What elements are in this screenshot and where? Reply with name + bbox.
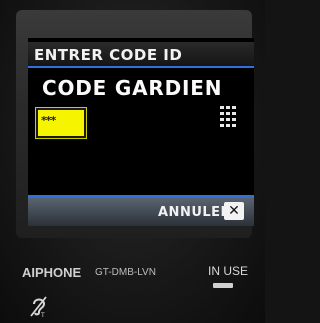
intercom-panel: ENTRER CODE ID CODE GARDIEN *** ANNULER …	[0, 0, 265, 323]
title-divider	[28, 66, 254, 68]
keypad-dot	[232, 106, 236, 109]
keypad-dot	[226, 112, 230, 115]
svg-text:T: T	[40, 312, 45, 318]
hearing-loop-icon: T	[30, 296, 47, 318]
keypad-dot	[226, 124, 230, 127]
display-screen: ENTRER CODE ID CODE GARDIEN *** ANNULER …	[28, 38, 254, 226]
keypad-dot	[232, 112, 236, 115]
in-use-label: IN USE	[208, 264, 249, 278]
screen-title: ENTRER CODE ID	[34, 46, 183, 64]
model-number: GT-DMB-LVN	[95, 267, 156, 278]
brand-logo: AIPHONE	[22, 265, 82, 280]
keypad-dot	[226, 118, 230, 121]
keypad-dot	[220, 124, 224, 127]
keypad-grid-icon[interactable]	[220, 106, 236, 128]
keypad-dot	[226, 106, 230, 109]
code-value: ***	[41, 114, 56, 127]
keypad-dot	[220, 112, 224, 115]
title-bar: ENTRER CODE ID	[28, 42, 254, 66]
keypad-dot	[232, 124, 236, 127]
keypad-dot	[220, 118, 224, 121]
cancel-label: ANNULER	[158, 205, 232, 220]
cancel-button[interactable]: ANNULER ✕	[158, 202, 250, 222]
code-heading: CODE GARDIEN	[42, 76, 223, 100]
in-use-indicator	[213, 283, 233, 288]
code-input[interactable]: ***	[35, 107, 87, 139]
close-icon: ✕	[224, 202, 244, 220]
keypad-dot	[220, 106, 224, 109]
keypad-dot	[232, 118, 236, 121]
